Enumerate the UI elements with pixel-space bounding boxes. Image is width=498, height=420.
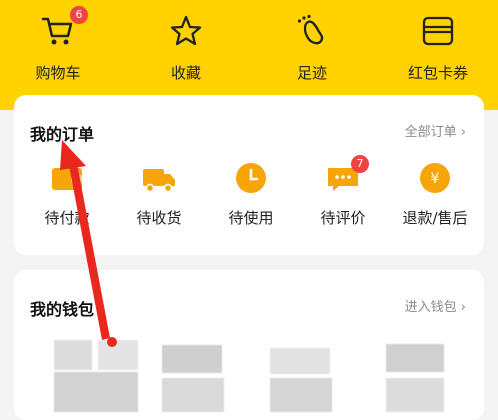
order-pending-payment[interactable]: 待付款 (22, 161, 112, 228)
top-nav-history-label: 足迹 (296, 64, 327, 82)
top-nav-coupons[interactable]: 红包卡券 (388, 14, 488, 84)
order-pending-receipt-label: 待收货 (136, 209, 182, 227)
wallet-item-blurred (54, 372, 138, 412)
order-pending-receipt[interactable]: 待收货 (114, 161, 204, 228)
clock-icon (236, 163, 266, 193)
top-nav-cart-label: 购物车 (35, 64, 81, 82)
wallet-icon (52, 168, 82, 190)
wallet-card-icon (422, 16, 454, 46)
order-to-review[interactable]: 7 待评价 (298, 155, 388, 228)
top-nav-favorites[interactable]: 收藏 (136, 14, 236, 84)
truck-icon (143, 169, 175, 193)
orders-title: 我的订单 (30, 125, 95, 144)
order-refund-label: 退款/售后 (402, 209, 468, 227)
enter-wallet-link[interactable]: 进入钱包 › (405, 296, 466, 315)
refund-icon: ¥ (420, 163, 450, 193)
all-orders-link[interactable]: 全部订单 › (405, 121, 466, 140)
wallet-item-blurred[interactable] (386, 344, 444, 372)
order-to-use[interactable]: 待使用 (206, 161, 296, 228)
cart-badge: 6 (70, 6, 88, 24)
top-nav-coupons-label: 红包卡券 (407, 64, 468, 82)
svg-text:¥: ¥ (431, 171, 440, 187)
order-to-review-label: 待评价 (320, 209, 366, 227)
order-pending-payment-label: 待付款 (44, 209, 90, 227)
top-nav-history[interactable]: 足迹 (262, 14, 362, 84)
wallet-card: 我的钱包 进入钱包 › (14, 270, 484, 420)
order-refund[interactable]: ¥ 退款/售后 (390, 161, 480, 228)
wallet-item-blurred[interactable] (54, 340, 92, 370)
wallet-item-blurred[interactable] (162, 345, 222, 373)
orders-card: 我的订单 全部订单 › 待付款 待收货 待使用 7 待评价 ¥ 退款/售后 (14, 95, 484, 255)
wallet-item-blurred[interactable] (270, 348, 330, 374)
wallet-item-blurred (386, 378, 444, 412)
wallet-item-blurred (98, 340, 138, 370)
top-nav-cart[interactable]: 6 购物车 (8, 6, 108, 84)
top-nav-bar: 6 购物车 收藏 足迹 红包卡券 (0, 0, 498, 110)
order-to-use-label: 待使用 (228, 209, 274, 227)
review-badge: 7 (351, 155, 369, 173)
wallet-item-blurred (162, 378, 224, 412)
star-icon (170, 15, 202, 46)
footprint-icon (297, 14, 324, 45)
wallet-title: 我的钱包 (30, 300, 95, 319)
wallet-item-blurred (270, 378, 332, 412)
top-nav-favorites-label: 收藏 (170, 64, 201, 82)
